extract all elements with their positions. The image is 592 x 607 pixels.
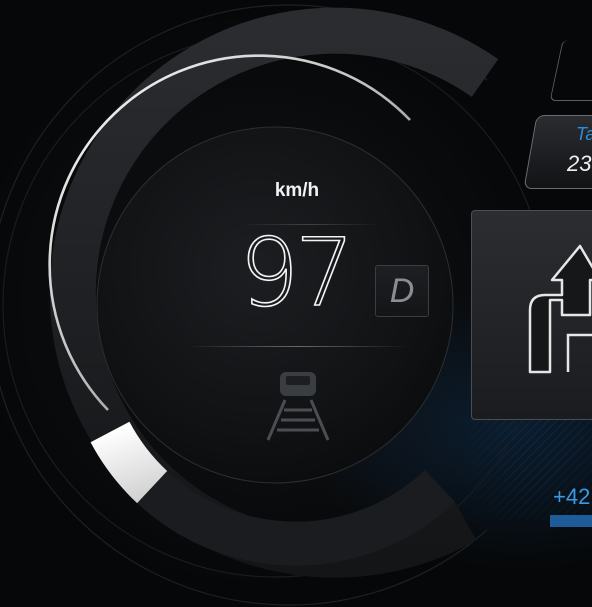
gear-label: D (389, 272, 415, 310)
info-card-value: 23 (567, 151, 592, 176)
distance-bar (550, 515, 592, 527)
speed-unit-label: km/h (274, 180, 320, 201)
speed-value: 97 (238, 219, 355, 328)
navigation-distance: +42 (553, 484, 591, 509)
info-card-label: Ta (576, 124, 592, 144)
turn-arrow-icon (528, 244, 592, 374)
divider-bottom (185, 346, 410, 347)
gear-indicator: D (375, 265, 429, 317)
